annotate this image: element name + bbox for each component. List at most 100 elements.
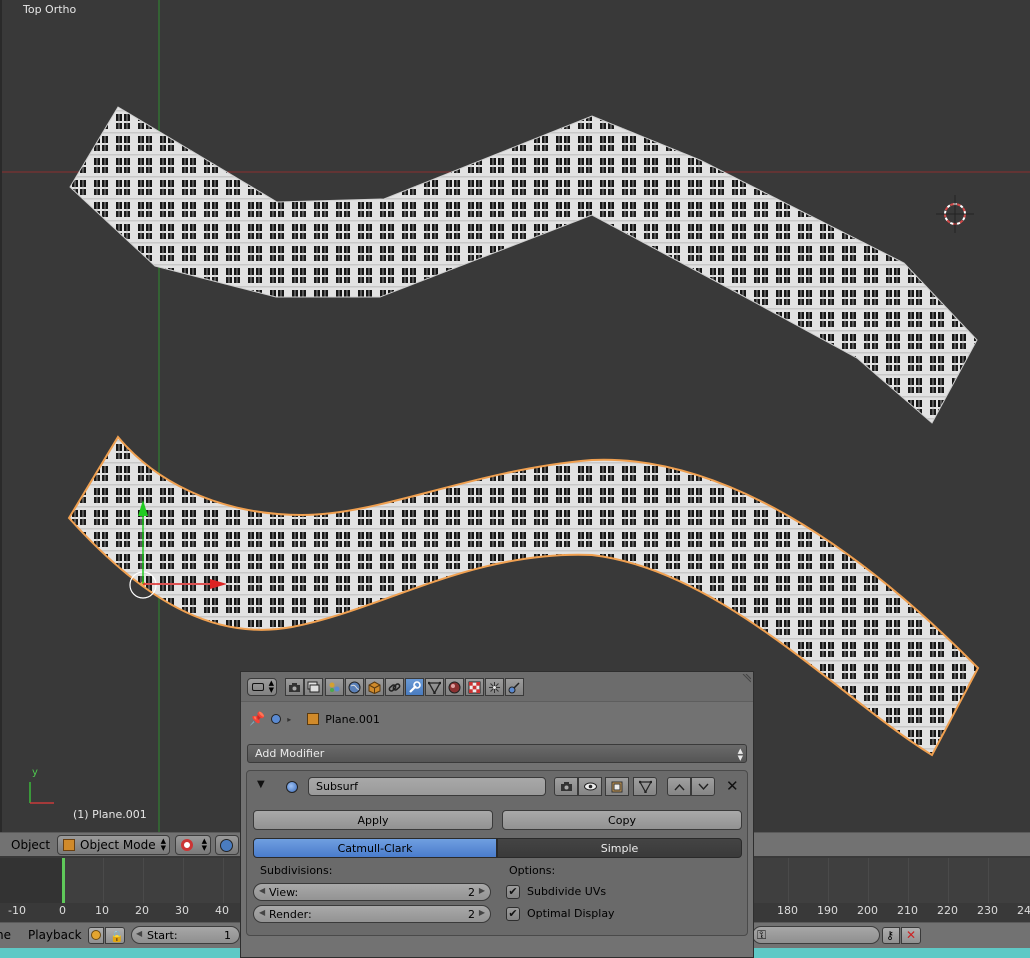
playback-menu[interactable]: Playback: [28, 928, 82, 942]
tick-label: 190: [817, 904, 838, 917]
view-levels-field[interactable]: ◀ View: 2 ▶: [253, 883, 491, 901]
modifier-name: Subsurf: [316, 780, 359, 793]
preview-range-button[interactable]: [88, 927, 104, 944]
view-axis-widget-icon: [29, 782, 54, 804]
camera-icon: [289, 682, 300, 692]
key-delete-icon: ✕: [906, 928, 917, 942]
eye-icon: [583, 782, 597, 791]
render-layers-icon: [307, 681, 320, 693]
add-modifier-dropdown[interactable]: Add Modifier ▲ ▼: [247, 744, 747, 763]
modifier-header: ▼ Subsurf ✕: [247, 771, 747, 801]
cube-icon: [63, 839, 75, 851]
optimal-display-label: Optimal Display: [527, 907, 615, 920]
render-levels-field[interactable]: ◀ Render: 2 ▶: [253, 905, 491, 923]
constraint-link-icon: [388, 682, 401, 692]
tab-object[interactable]: [365, 678, 384, 696]
tab-texture[interactable]: [465, 678, 484, 696]
object-cube-icon: [307, 713, 320, 725]
object-cube-icon: [368, 680, 381, 694]
subdivide-uvs-checkbox[interactable]: ✔: [506, 885, 520, 899]
show-on-cage-toggle[interactable]: [633, 777, 657, 796]
view-levels-value: 2: [468, 886, 475, 899]
tab-material[interactable]: [445, 678, 464, 696]
tab-world[interactable]: [345, 678, 364, 696]
tab-data[interactable]: [425, 678, 444, 696]
tick-label: 180: [777, 904, 798, 917]
show-viewport-toggle[interactable]: [578, 777, 602, 796]
tab-physics[interactable]: [505, 678, 524, 696]
show-render-toggle[interactable]: [554, 777, 578, 796]
shading-selector[interactable]: [215, 835, 239, 855]
tab-constraints[interactable]: [385, 678, 404, 696]
clock-icon: [91, 930, 101, 940]
object-menu[interactable]: Object: [11, 838, 50, 852]
arrow-left-icon[interactable]: ◀: [259, 886, 265, 895]
show-editmode-toggle[interactable]: [605, 777, 629, 796]
scene-small-icon: [271, 714, 282, 724]
start-frame-label: Start:: [147, 929, 178, 942]
properties-editor: ▲ ▼ 📌 ▸ Plane.001 Add Modifier ▲ ▼ ▼ Sub…: [240, 671, 754, 958]
move-up-button[interactable]: [667, 777, 691, 796]
arrow-right-icon[interactable]: ▶: [479, 908, 485, 917]
tick-label: 40: [215, 904, 229, 917]
keying-set-field[interactable]: ⚿: [752, 926, 880, 944]
world-icon: [348, 681, 361, 693]
camera-icon: [560, 782, 572, 791]
arrow-left-icon[interactable]: ◀: [259, 908, 265, 917]
resize-corner-icon[interactable]: [741, 674, 751, 684]
tab-render[interactable]: [285, 678, 304, 696]
editor-type-selector[interactable]: ▲ ▼: [247, 678, 277, 696]
insert-keyframe-button[interactable]: ⚷: [882, 927, 900, 944]
tab-render-layers[interactable]: [304, 678, 323, 696]
optimal-display-checkbox[interactable]: ✔: [506, 907, 520, 921]
updown-icon: ▲ ▼: [268, 679, 274, 694]
editmode-icon: [611, 781, 623, 792]
playhead[interactable]: [62, 858, 65, 903]
mode-label: Object Mode: [80, 838, 156, 852]
simple-option[interactable]: Simple: [497, 838, 742, 858]
tick-label: -10: [8, 904, 26, 917]
lock-range-button[interactable]: 🔒: [105, 927, 125, 944]
tick-label: 30: [175, 904, 189, 917]
texture-checker-icon: [468, 681, 481, 693]
properties-header: ▲ ▼: [241, 672, 753, 702]
tab-particles[interactable]: [485, 678, 504, 696]
updown-icon: ▲ ▼: [160, 837, 166, 852]
apply-button[interactable]: Apply: [253, 810, 493, 830]
editor-type-icon: [252, 683, 264, 691]
pivot-selector[interactable]: ▲ ▼: [175, 835, 211, 855]
move-down-button[interactable]: [691, 777, 715, 796]
mode-selector[interactable]: Object Mode ▲ ▼: [57, 835, 170, 855]
lock-icon: 🔒: [110, 930, 124, 943]
pin-icon[interactable]: 📌: [249, 712, 265, 727]
mesh-data-icon: [428, 681, 441, 694]
subdivide-uvs-label: Subdivide UVs: [527, 885, 607, 898]
tab-modifiers[interactable]: [405, 678, 424, 696]
subsurf-modifier-panel: ▼ Subsurf ✕ Apply Copy Catmull-Clark Sim…: [246, 770, 748, 936]
start-frame-field[interactable]: ◀ Start: 1: [131, 926, 240, 944]
copy-button[interactable]: Copy: [502, 810, 742, 830]
particles-icon: [489, 681, 500, 693]
view-levels-label: View:: [269, 886, 299, 899]
arrow-down-icon: [697, 783, 709, 790]
add-modifier-label: Add Modifier: [255, 747, 325, 760]
modifier-name-field[interactable]: Subsurf: [308, 777, 546, 796]
marker-menu[interactable]: ne: [0, 928, 11, 942]
updown-icon: ▲ ▼: [737, 747, 743, 762]
collapse-triangle-icon[interactable]: ▼: [257, 779, 265, 790]
delete-keyframe-button[interactable]: ✕: [901, 927, 921, 944]
tick-label: 24: [1017, 904, 1030, 917]
tick-label: 0: [59, 904, 66, 917]
tick-label: 200: [857, 904, 878, 917]
catmull-clark-option[interactable]: Catmull-Clark: [253, 838, 497, 858]
3d-cursor-icon: [936, 195, 974, 233]
arrow-left-icon: ◀: [136, 929, 143, 938]
key-insert-icon: ⚷: [886, 929, 895, 942]
arrow-right-icon[interactable]: ▶: [479, 886, 485, 895]
tab-scene[interactable]: [325, 678, 344, 696]
tick-label: 20: [135, 904, 149, 917]
breadcrumb-object-name: Plane.001: [325, 712, 380, 726]
view-name-label: Top Ortho: [23, 3, 77, 16]
remove-modifier-close-icon[interactable]: ✕: [726, 777, 739, 795]
render-levels-label: Render:: [269, 908, 312, 921]
